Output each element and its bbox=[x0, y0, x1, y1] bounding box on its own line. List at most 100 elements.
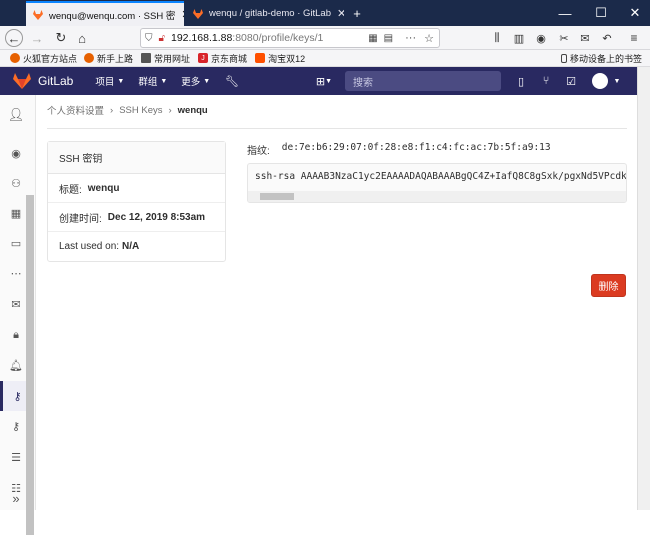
menu-label: 更多 bbox=[181, 77, 201, 88]
key-last-used-label: Last used on: bbox=[59, 241, 120, 252]
gitlab-favicon-icon bbox=[33, 9, 43, 20]
tab-title: wenqu@wenqu.com · SSH 密 bbox=[49, 10, 176, 22]
merge-requests-icon[interactable]: ⑂ bbox=[538, 73, 554, 89]
home-icon[interactable]: ⌂ bbox=[73, 29, 91, 47]
key-created-label: 创建时间: bbox=[59, 213, 102, 225]
menu-label: 群组 bbox=[138, 77, 158, 88]
gitlab-brand[interactable]: GitLab bbox=[38, 74, 73, 88]
bookmark-item[interactable]: J 京东商城 bbox=[198, 52, 247, 65]
mobile-bookmarks[interactable]: 移动设备上的书签 bbox=[560, 52, 642, 65]
horizontal-scrollbar[interactable] bbox=[248, 191, 626, 202]
profile-icon[interactable]: ◉ bbox=[0, 138, 32, 168]
bookmark-label: 火狐官方站点 bbox=[23, 53, 78, 64]
new-tab-button[interactable]: + bbox=[340, 0, 374, 26]
firefox-icon bbox=[10, 53, 20, 63]
close-tab-icon[interactable]: ✕ bbox=[175, 8, 184, 21]
maximize-icon[interactable]: ☐ bbox=[584, 0, 618, 26]
screenshot-icon[interactable]: ✂ bbox=[555, 29, 573, 47]
breadcrumb-current: wenqu bbox=[177, 104, 208, 116]
key-title-row: 标题: wenqu bbox=[48, 174, 225, 203]
account-settings-icon[interactable]: ⚇ bbox=[0, 168, 32, 198]
fingerprint: 指纹: de:7e:b6:29:07:0f:28:e8:f1:c4:fc:ac:… bbox=[247, 142, 551, 157]
chevron-down-icon: ▼ bbox=[203, 77, 211, 85]
chevron-down-icon[interactable]: ▼ bbox=[609, 73, 625, 89]
page-actions-icon[interactable]: ··· bbox=[405, 32, 416, 44]
search-placeholder: 搜索 bbox=[353, 77, 373, 89]
delete-button[interactable]: 删除 bbox=[591, 274, 626, 297]
bookmark-label: 常用网址 bbox=[154, 53, 191, 64]
url-bar[interactable]: ⛉ 🔓︎ 192.168.1.88 :8080/profile/keys/1 ▦… bbox=[140, 28, 440, 48]
fingerprint-label: 指纹: bbox=[247, 146, 270, 157]
ssh-key-content[interactable]: ssh-rsa AAAAB3NzaC1yc2EAAAADAQABAAABgQC4… bbox=[247, 163, 627, 203]
firefox-icon bbox=[84, 53, 95, 63]
breadcrumb-link[interactable]: 个人资料设置 bbox=[47, 103, 104, 117]
bookmarks-bar: 火狐官方站点 新手上路 常用网址 J 京东商城 淘宝双12 移动设备上的书签 bbox=[0, 50, 650, 67]
key-created-row: 创建时间: Dec 12, 2019 8:53am bbox=[48, 203, 225, 232]
collapse-sidebar-icon[interactable]: » bbox=[0, 483, 32, 513]
browser-nav-bar: ← → ↻ ⌂ ⛉ 🔓︎ 192.168.1.88 :8080/profile/… bbox=[0, 26, 650, 50]
jd-icon: J bbox=[198, 53, 209, 63]
qr-code-icon[interactable]: ▦ bbox=[368, 33, 377, 44]
chevron-down-icon: ▼ bbox=[117, 77, 125, 85]
chevron-right-icon: › bbox=[110, 104, 114, 116]
breadcrumb-link[interactable]: SSH Keys bbox=[119, 105, 162, 116]
gitlab-header: GitLab 项目 ▼ 群组 ▼ 更多 ▼ 🔧︎ ⊞ ▼ 搜索 ▯ ⑂ ☑ ▼ bbox=[0, 67, 637, 95]
shield-icon[interactable]: ⛉ bbox=[145, 33, 153, 44]
gitlab-favicon-icon bbox=[193, 8, 203, 19]
more-menu[interactable]: 更多 ▼ bbox=[181, 74, 210, 88]
menu-label: 项目 bbox=[95, 77, 115, 88]
minimize-icon[interactable]: — bbox=[548, 0, 582, 26]
bookmark-item[interactable]: 常用网址 bbox=[141, 52, 190, 65]
forward-icon[interactable]: → bbox=[28, 29, 46, 47]
reload-icon[interactable]: ↻ bbox=[52, 29, 70, 47]
chat-icon[interactable]: ✉ bbox=[576, 29, 594, 47]
reader-view-icon[interactable]: ▤ bbox=[384, 33, 393, 44]
key-title-value: wenqu bbox=[87, 182, 120, 194]
bookmark-item[interactable]: 淘宝双12 bbox=[255, 52, 305, 65]
card-header: SSH 密钥 bbox=[48, 142, 225, 174]
bookmark-label: 京东商城 bbox=[211, 53, 248, 64]
issues-icon[interactable]: ▯ bbox=[513, 73, 529, 89]
back-icon[interactable]: ← bbox=[5, 29, 23, 47]
scrollbar-thumb[interactable] bbox=[260, 193, 294, 200]
key-title-label: 标题: bbox=[59, 184, 82, 196]
account-icon[interactable]: ◉ bbox=[532, 29, 550, 47]
window-close-icon[interactable]: ✕ bbox=[618, 0, 650, 26]
key-created-value: Dec 12, 2019 8:53am bbox=[107, 211, 206, 223]
ssh-key-text: ssh-rsa AAAAB3NzaC1yc2EAAAADAQABAAABgQC4… bbox=[255, 171, 627, 182]
browser-tab[interactable]: wenqu / gitlab-demo · GitLab ✕ bbox=[186, 1, 344, 26]
page-scrollbar[interactable] bbox=[637, 67, 650, 510]
taobao-icon bbox=[255, 53, 266, 63]
settings-sidebar: 👤︎ ◉ ⚇ ▦ ▭ ⋯ ✉ 🔒︎ 🔔︎ ⚷ ⚷ ☰ ☷ » bbox=[0, 95, 36, 535]
admin-wrench-icon[interactable]: 🔧︎ bbox=[224, 73, 240, 89]
chevron-down-icon: ▼ bbox=[160, 77, 168, 85]
projects-menu[interactable]: 项目 ▼ bbox=[95, 74, 124, 88]
mobile-device-icon bbox=[560, 53, 567, 63]
groups-menu[interactable]: 群组 ▼ bbox=[138, 74, 167, 88]
undo-close-icon[interactable]: ↶ bbox=[598, 29, 616, 47]
browser-tab-strip: wenqu@wenqu.com · SSH 密 ✕ wenqu / gitlab… bbox=[0, 0, 650, 26]
new-item-plus-icon[interactable]: ⊞ ▼ bbox=[313, 73, 335, 89]
folder-icon bbox=[141, 53, 152, 63]
user-avatar[interactable] bbox=[592, 73, 608, 89]
hamburger-menu-icon[interactable]: ≡ bbox=[625, 29, 643, 47]
tab-title: wenqu / gitlab-demo · GitLab bbox=[209, 8, 331, 19]
key-last-used-row: Last used on: N/A bbox=[48, 232, 225, 261]
library-icon[interactable]: ⫼ bbox=[488, 29, 506, 47]
breadcrumb: 个人资料设置 › SSH Keys › wenqu bbox=[47, 103, 208, 118]
key-last-used-value: N/A bbox=[122, 241, 140, 252]
bookmark-item[interactable]: 新手上路 bbox=[84, 52, 133, 65]
chevron-right-icon: › bbox=[168, 104, 172, 116]
bookmark-star-icon[interactable]: ☆ bbox=[424, 32, 434, 45]
todos-icon[interactable]: ☑ bbox=[563, 73, 579, 89]
divider bbox=[47, 128, 627, 129]
user-avatar-icon[interactable]: 👤︎ bbox=[0, 100, 32, 130]
url-host: 192.168.1.88 bbox=[170, 32, 233, 44]
bookmark-label: 新手上路 bbox=[97, 53, 134, 64]
search-input[interactable]: 搜索 bbox=[345, 71, 501, 91]
browser-tab-active[interactable]: wenqu@wenqu.com · SSH 密 ✕ bbox=[26, 1, 184, 26]
gitlab-logo-icon[interactable] bbox=[12, 72, 32, 90]
insecure-lock-icon[interactable]: 🔓︎ bbox=[159, 33, 165, 44]
sidebar-toggle-icon[interactable]: ▥ bbox=[510, 29, 528, 47]
bookmark-item[interactable]: 火狐官方站点 bbox=[10, 52, 77, 65]
